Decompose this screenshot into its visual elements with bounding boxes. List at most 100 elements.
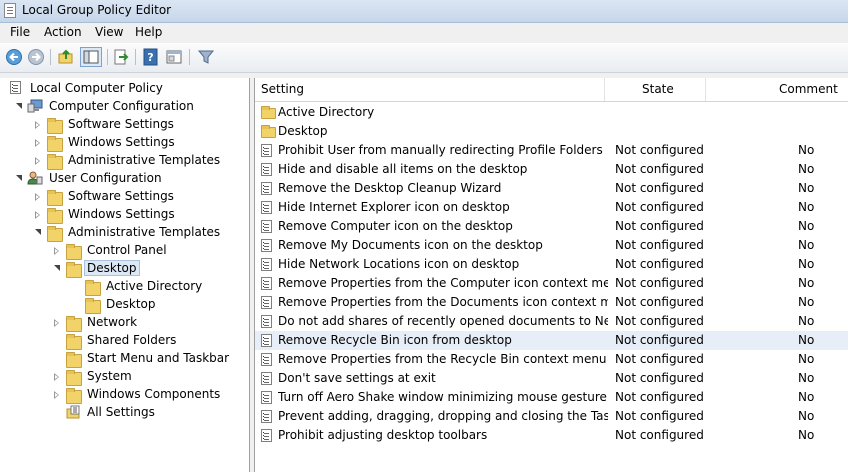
policy-setting-icon [261,220,272,233]
expand-arrow-icon[interactable] [54,265,60,271]
tree-label: Computer Configuration [49,99,194,113]
setting-comment: No [798,257,815,271]
table-row[interactable]: Hide Network Locations icon on desktop No… [255,255,848,274]
menu-help[interactable]: Help [135,25,162,39]
table-row[interactable]: Hide and disable all items on the deskto… [255,160,848,179]
setting-name: Remove Properties from the Computer icon… [278,276,608,290]
folder-icon [261,125,276,138]
folder-icon [47,154,63,170]
setting-name: Active Directory [278,105,375,119]
table-row[interactable]: Remove Recycle Bin icon from desktop Not … [255,331,848,350]
column-header-state[interactable]: State [642,78,674,101]
menu-action[interactable]: Action [44,25,82,39]
table-row[interactable]: Don't save settings at exit Not configure… [255,369,848,388]
table-row[interactable]: Prohibit User from manually redirecting … [255,141,848,160]
setting-comment: No [798,200,815,214]
policy-setting-icon [261,429,272,442]
policy-setting-icon [261,391,272,404]
folder-icon [47,208,63,224]
setting-comment: No [798,371,815,385]
expand-arrow-icon[interactable] [35,229,41,235]
expand-arrow-icon[interactable] [54,319,59,327]
table-row[interactable]: Remove the Desktop Cleanup Wizard Not con… [255,179,848,198]
expand-arrow-icon[interactable] [16,103,22,109]
help-icon[interactable]: ? [142,48,160,66]
setting-comment: No [798,390,815,404]
user-icon [27,171,43,185]
table-row[interactable]: Remove Properties from the Recycle Bin c… [255,350,848,369]
tree-label: Windows Components [87,387,221,401]
setting-name: Remove Computer icon on the desktop [278,219,513,233]
tree-label: System [87,369,132,383]
table-row[interactable]: Turn off Aero Shake window minimizing mo… [255,388,848,407]
up-folder-icon[interactable] [57,48,75,66]
setting-state: Not configured [615,219,704,233]
folder-icon [66,334,82,350]
expand-arrow-icon[interactable] [35,157,40,165]
list-header: Setting State Comment [255,78,848,102]
export-list-icon[interactable] [112,48,130,66]
properties-icon[interactable] [165,48,183,66]
folder-icon [47,136,63,152]
tree-label: Shared Folders [87,333,177,347]
list-item-folder[interactable]: Desktop [255,122,848,141]
policy-setting-icon [261,201,272,214]
tree-label: User Configuration [49,171,162,185]
table-row[interactable]: Prevent adding, dragging, dropping and c… [255,407,848,426]
back-arrow-icon[interactable] [5,48,23,66]
setting-name: Remove Recycle Bin icon from desktop [278,333,512,347]
list-item-folder[interactable]: Active Directory [255,103,848,122]
expand-arrow-icon[interactable] [35,139,40,147]
policy-setting-icon [261,353,272,366]
expand-arrow-icon[interactable] [16,175,22,181]
tree-pane[interactable]: Local Computer Policy Computer Configura… [0,78,250,472]
folder-icon [66,352,82,368]
table-row[interactable]: Remove Properties from the Documents ico… [255,293,848,312]
table-row[interactable]: Remove My Documents icon on the desktop N… [255,236,848,255]
setting-comment: No [798,295,815,309]
setting-comment: No [798,181,815,195]
menu-view[interactable]: View [95,25,123,39]
toolbar: ? [0,44,848,73]
expand-arrow-icon[interactable] [54,247,59,255]
setting-comment: No [798,352,815,366]
policy-document-icon [10,81,21,94]
policy-setting-icon [261,372,272,385]
folder-icon [66,370,82,386]
setting-state: Not configured [615,200,704,214]
expand-arrow-icon[interactable] [35,121,40,129]
filter-icon[interactable] [197,48,215,66]
setting-state: Not configured [615,314,704,328]
column-header-setting[interactable]: Setting [261,78,304,101]
table-row[interactable]: Prohibit adjusting desktop toolbars Not c… [255,426,848,445]
table-row[interactable]: Remove Computer icon on the desktop Not c… [255,217,848,236]
title-bar: Local Group Policy Editor [0,0,848,23]
table-row[interactable]: Remove Properties from the Computer icon… [255,274,848,293]
policy-setting-icon [261,315,272,328]
column-divider[interactable] [604,78,605,101]
setting-comment: No [798,409,815,423]
table-row[interactable]: Do not add shares of recently opened doc… [255,312,848,331]
table-row[interactable]: Hide Internet Explorer icon on desktop No… [255,198,848,217]
tree-label: Desktop [106,297,156,311]
folder-icon [66,388,82,404]
column-header-comment[interactable]: Comment [779,78,838,101]
expand-arrow-icon[interactable] [54,373,59,381]
policy-setting-icon [261,239,272,252]
setting-name: Desktop [278,124,328,138]
setting-name: Prohibit User from manually redirecting … [278,143,603,157]
setting-name: Remove My Documents icon on the desktop [278,238,543,252]
toolbar-separator [50,49,51,65]
show-hide-tree-icon[interactable] [80,47,102,67]
tree-label: Windows Settings [68,207,175,221]
expand-arrow-icon[interactable] [35,193,40,201]
expand-arrow-icon[interactable] [54,391,59,399]
expand-arrow-icon[interactable] [35,211,40,219]
menu-file[interactable]: File [10,25,30,39]
forward-arrow-icon[interactable] [27,48,45,66]
settings-list-pane[interactable]: Setting State Comment Active Directory De… [254,78,848,472]
column-divider[interactable] [705,78,706,101]
policy-setting-icon [261,296,272,309]
tree-label: Software Settings [68,117,174,131]
app-icon [4,3,16,18]
